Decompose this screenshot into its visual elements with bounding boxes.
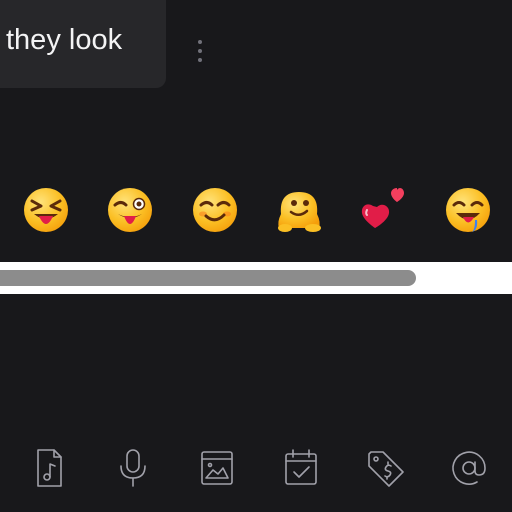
price-tag-icon[interactable] bbox=[357, 440, 413, 496]
calendar-check-icon[interactable] bbox=[273, 440, 329, 496]
two-hearts-emoji[interactable] bbox=[355, 180, 411, 240]
winking-tongue-emoji[interactable] bbox=[102, 180, 158, 240]
image-icon[interactable] bbox=[189, 440, 245, 496]
drooling-face-emoji[interactable] bbox=[440, 180, 496, 240]
more-vertical-icon[interactable] bbox=[190, 36, 210, 66]
melting-face-emoji[interactable] bbox=[271, 180, 327, 240]
horizontal-scrollbar[interactable] bbox=[0, 262, 512, 294]
winking-smile-emoji[interactable] bbox=[187, 180, 243, 240]
reaction-bar bbox=[0, 180, 512, 244]
message-bubble: they look bbox=[0, 0, 166, 88]
message-text: they look bbox=[6, 24, 123, 56]
at-sign-icon[interactable] bbox=[441, 440, 497, 496]
microphone-icon[interactable] bbox=[105, 440, 161, 496]
music-file-icon[interactable] bbox=[21, 440, 77, 496]
scrollbar-thumb[interactable] bbox=[0, 270, 416, 286]
squinting-tongue-emoji[interactable] bbox=[18, 180, 74, 240]
composer-toolbar bbox=[0, 440, 512, 496]
